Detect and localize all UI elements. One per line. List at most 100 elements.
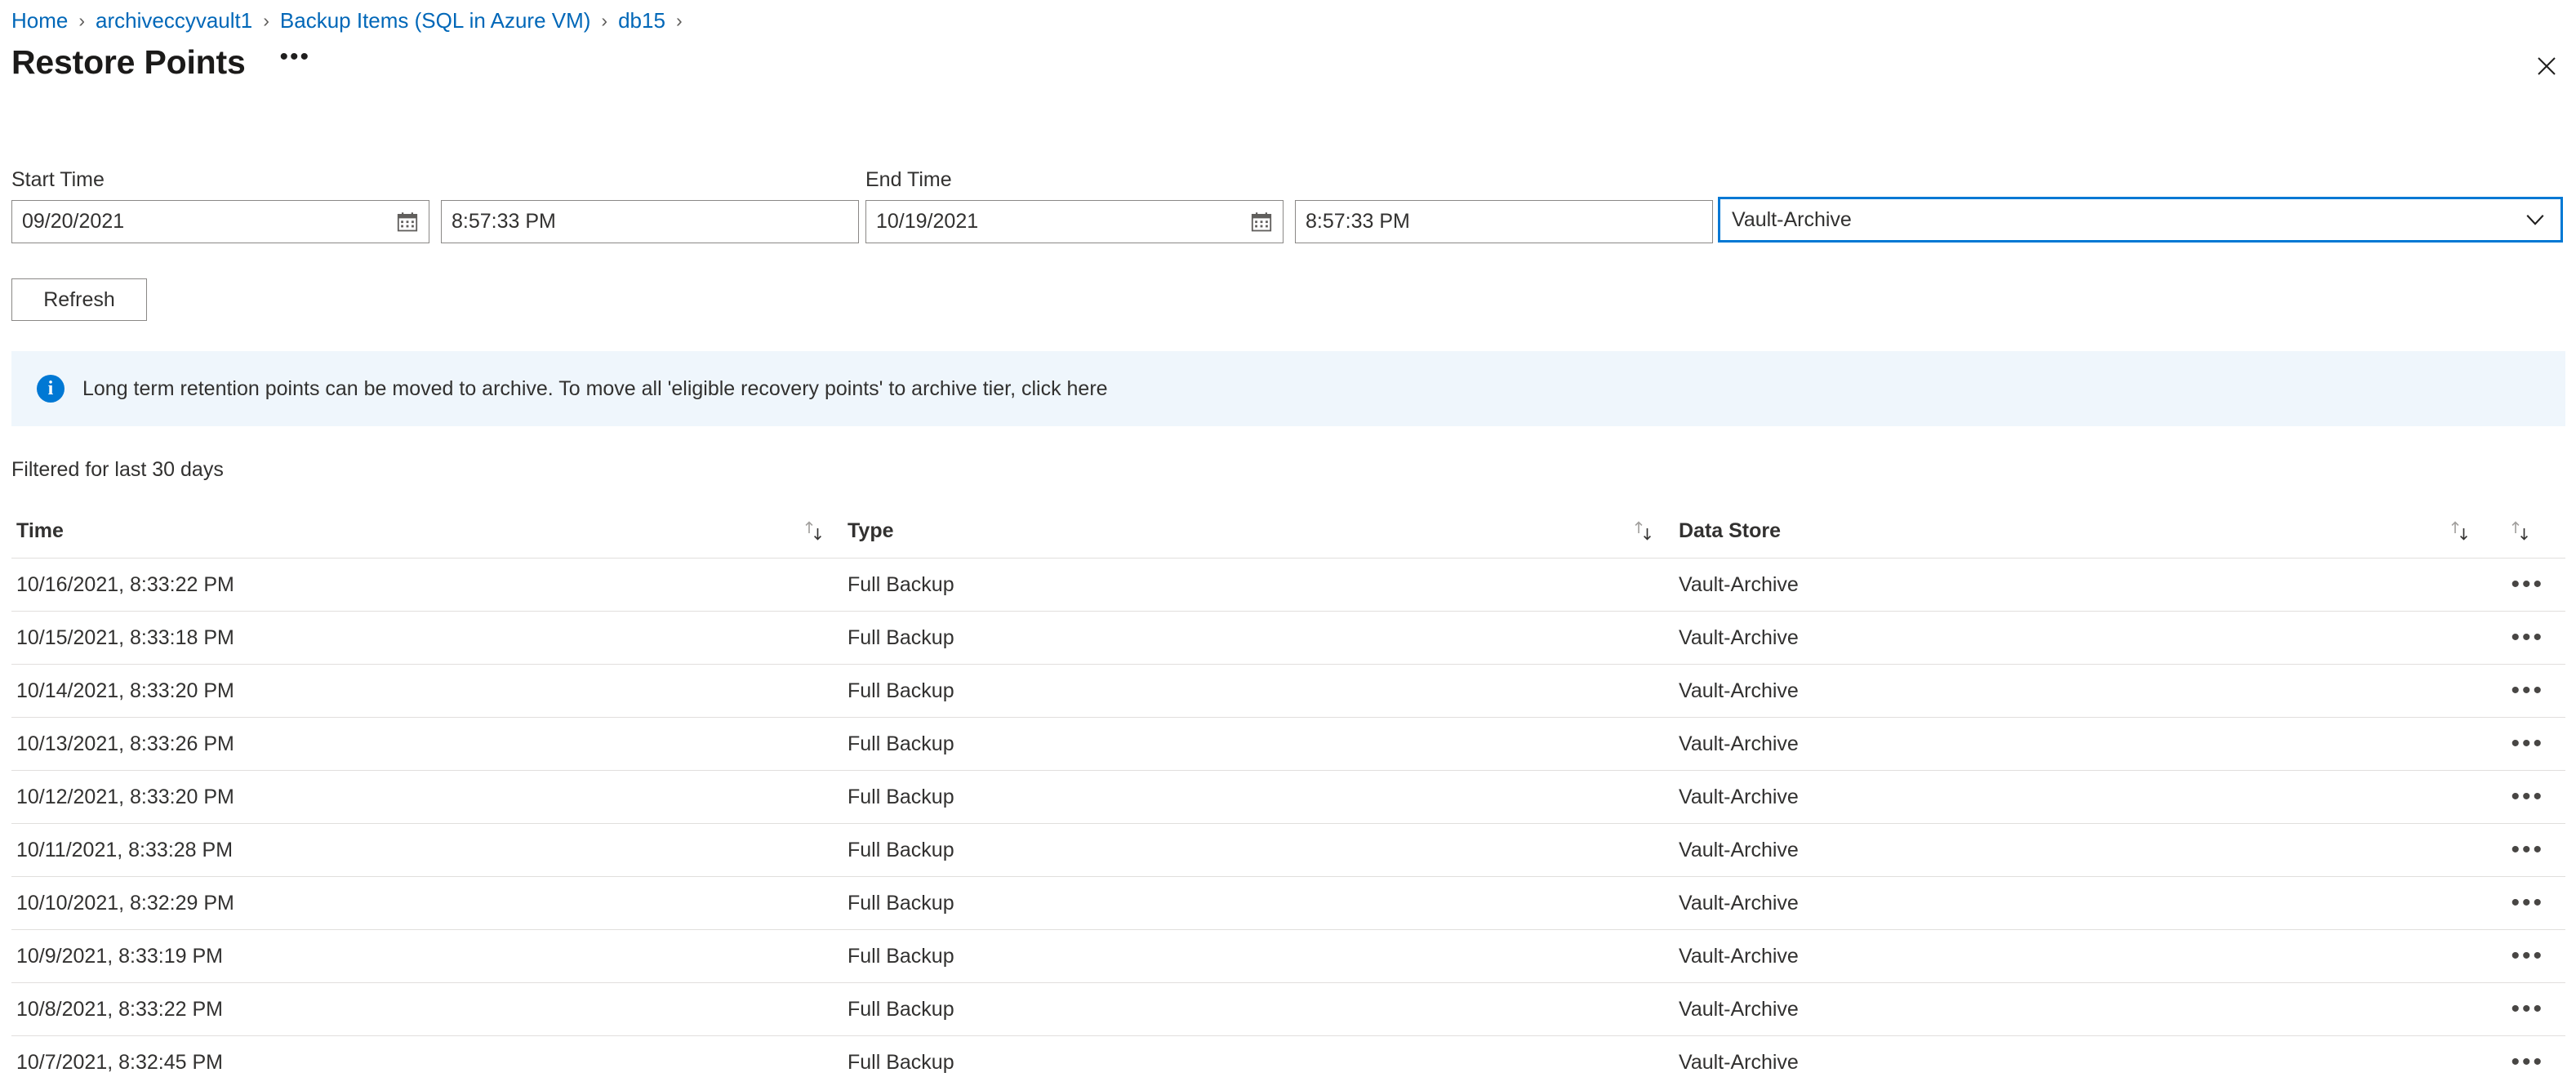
- info-banner[interactable]: i Long term retention points can be move…: [11, 351, 2565, 426]
- cell-data-store-text: Vault-Archive: [1679, 732, 1799, 755]
- column-header-type[interactable]: Type: [844, 519, 1674, 543]
- table-row[interactable]: 10/12/2021, 8:33:20 PM Full Backup Vault-A…: [11, 771, 2565, 824]
- table-row[interactable]: 10/13/2021, 8:33:26 PM Full Backup Vault-A…: [11, 718, 2565, 771]
- sort-updown-icon[interactable]: [2508, 519, 2533, 543]
- cell-time: 10/16/2021, 8:33:22 PM: [11, 573, 844, 597]
- cell-time: 10/10/2021, 8:32:29 PM: [11, 892, 844, 915]
- column-header-data-store[interactable]: Data Store: [1674, 519, 2490, 543]
- table-row[interactable]: 10/7/2021, 8:32:45 PM Full Backup Vault-Ar…: [11, 1036, 2565, 1086]
- row-context-menu-button[interactable]: •••: [2504, 732, 2551, 756]
- column-header-type-label: Type: [848, 519, 894, 542]
- cell-data-store: Vault-Archive: [1674, 1051, 2490, 1075]
- end-time-group: End Time 10/19/2021 8:57:33 PM: [865, 167, 1713, 243]
- row-context-menu-button[interactable]: •••: [2504, 572, 2551, 597]
- title-row: Restore Points •••: [11, 42, 310, 82]
- cell-time-text: 10/10/2021, 8:32:29 PM: [16, 891, 234, 915]
- cell-type: Full Backup: [844, 892, 1674, 915]
- cell-data-store-text: Vault-Archive: [1679, 679, 1799, 702]
- table-row[interactable]: 10/15/2021, 8:33:18 PM Full Backup Vault-A…: [11, 612, 2565, 665]
- end-date-input[interactable]: 10/19/2021: [865, 200, 1284, 243]
- restore-points-blade: Home › archiveccyvault1 › Backup Items (SQL …: [0, 0, 2576, 1086]
- cell-actions: •••: [2490, 679, 2565, 703]
- cell-time-text: 10/9/2021, 8:33:19 PM: [16, 944, 223, 968]
- cell-data-store-text: Vault-Archive: [1679, 785, 1799, 808]
- end-time-label: End Time: [865, 168, 952, 191]
- breadcrumb-item-0[interactable]: Home: [11, 7, 68, 34]
- cell-type: Full Backup: [844, 732, 1674, 756]
- calendar-icon[interactable]: [396, 211, 419, 234]
- row-context-menu-button[interactable]: •••: [2504, 785, 2551, 809]
- cell-type: Full Backup: [844, 679, 1674, 703]
- table-row[interactable]: 10/16/2021, 8:33:22 PM Full Backup Vault-A…: [11, 559, 2565, 612]
- table-row[interactable]: 10/8/2021, 8:33:22 PM Full Backup Vault-Ar…: [11, 983, 2565, 1036]
- breadcrumb-item-2[interactable]: Backup Items (SQL in Azure VM): [280, 7, 591, 34]
- row-context-menu-button[interactable]: •••: [2504, 1050, 2551, 1075]
- breadcrumb: Home › archiveccyvault1 › Backup Items (SQL …: [11, 7, 693, 34]
- column-header-time[interactable]: Time: [11, 519, 844, 543]
- column-header-data-store-label: Data Store: [1679, 519, 1782, 542]
- end-time-input[interactable]: 8:57:33 PM: [1295, 200, 1713, 243]
- data-store-dropdown[interactable]: Vault-Archive: [1718, 197, 2563, 243]
- cell-data-store: Vault-Archive: [1674, 679, 2490, 703]
- row-context-menu-button[interactable]: •••: [2504, 625, 2551, 650]
- cell-time-text: 10/11/2021, 8:33:28 PM: [16, 838, 234, 861]
- table-row[interactable]: 10/9/2021, 8:33:19 PM Full Backup Vault-Ar…: [11, 930, 2565, 983]
- cell-actions: •••: [2490, 1050, 2565, 1075]
- cell-actions: •••: [2490, 785, 2565, 809]
- cell-time: 10/8/2021, 8:33:22 PM: [11, 998, 844, 1021]
- cell-data-store-text: Vault-Archive: [1679, 944, 1799, 968]
- calendar-icon[interactable]: [1250, 211, 1273, 234]
- sort-updown-icon[interactable]: [2448, 519, 2472, 543]
- cell-type-text: Full Backup: [848, 625, 954, 649]
- page-title: Restore Points: [11, 43, 246, 81]
- cell-type: Full Backup: [844, 1051, 1674, 1075]
- close-glyph: [2538, 57, 2556, 75]
- cell-type-text: Full Backup: [848, 997, 954, 1021]
- start-time-label: Start Time: [11, 168, 105, 191]
- cell-type-text: Full Backup: [848, 891, 954, 915]
- row-context-menu-button[interactable]: •••: [2504, 679, 2551, 703]
- cell-actions: •••: [2490, 732, 2565, 756]
- cell-actions: •••: [2490, 838, 2565, 862]
- cell-type-text: Full Backup: [848, 732, 954, 755]
- row-context-menu-button[interactable]: •••: [2504, 997, 2551, 1021]
- cell-type: Full Backup: [844, 839, 1674, 862]
- cell-data-store: Vault-Archive: [1674, 839, 2490, 862]
- start-time-group: Start Time 09/20/2021 8:57:33 PM: [11, 167, 859, 243]
- sort-updown-icon[interactable]: [802, 519, 826, 543]
- table-header-row: Time Type Data Store: [11, 504, 2565, 559]
- close-icon[interactable]: [2527, 47, 2566, 85]
- sort-updown-icon[interactable]: [1631, 519, 1656, 543]
- cell-data-store: Vault-Archive: [1674, 892, 2490, 915]
- cell-data-store: Vault-Archive: [1674, 573, 2490, 597]
- cell-type-text: Full Backup: [848, 785, 954, 808]
- start-date-input[interactable]: 09/20/2021: [11, 200, 429, 243]
- cell-data-store: Vault-Archive: [1674, 998, 2490, 1021]
- breadcrumb-separator: ›: [78, 10, 86, 31]
- cell-data-store-text: Vault-Archive: [1679, 997, 1799, 1021]
- cell-data-store-text: Vault-Archive: [1679, 891, 1799, 915]
- start-time-input[interactable]: 8:57:33 PM: [441, 200, 859, 243]
- cell-time: 10/15/2021, 8:33:18 PM: [11, 626, 844, 650]
- breadcrumb-item-3[interactable]: db15: [618, 7, 665, 34]
- cell-time-text: 10/15/2021, 8:33:18 PM: [16, 625, 234, 649]
- breadcrumb-item-1[interactable]: archiveccyvault1: [96, 7, 252, 34]
- column-header-actions[interactable]: [2490, 519, 2565, 543]
- cell-data-store-text: Vault-Archive: [1679, 625, 1799, 649]
- cell-type-text: Full Backup: [848, 572, 954, 596]
- cell-data-store: Vault-Archive: [1674, 945, 2490, 968]
- row-context-menu-button[interactable]: •••: [2504, 944, 2551, 968]
- cell-data-store: Vault-Archive: [1674, 732, 2490, 756]
- cell-type-text: Full Backup: [848, 1050, 954, 1074]
- row-context-menu-button[interactable]: •••: [2504, 838, 2551, 862]
- table-row[interactable]: 10/11/2021, 8:33:28 PM Full Backup Vault-A…: [11, 824, 2565, 877]
- cell-data-store: Vault-Archive: [1674, 786, 2490, 809]
- refresh-button[interactable]: Refresh: [11, 278, 147, 321]
- more-options-button[interactable]: •••: [280, 45, 311, 79]
- cell-time: 10/11/2021, 8:33:28 PM: [11, 839, 844, 862]
- table-row[interactable]: 10/10/2021, 8:32:29 PM Full Backup Vault-A…: [11, 877, 2565, 930]
- table-row[interactable]: 10/14/2021, 8:33:20 PM Full Backup Vault-A…: [11, 665, 2565, 718]
- row-context-menu-button[interactable]: •••: [2504, 891, 2551, 915]
- chevron-down-icon: [2526, 215, 2544, 225]
- end-date-value: 10/19/2021: [876, 210, 979, 233]
